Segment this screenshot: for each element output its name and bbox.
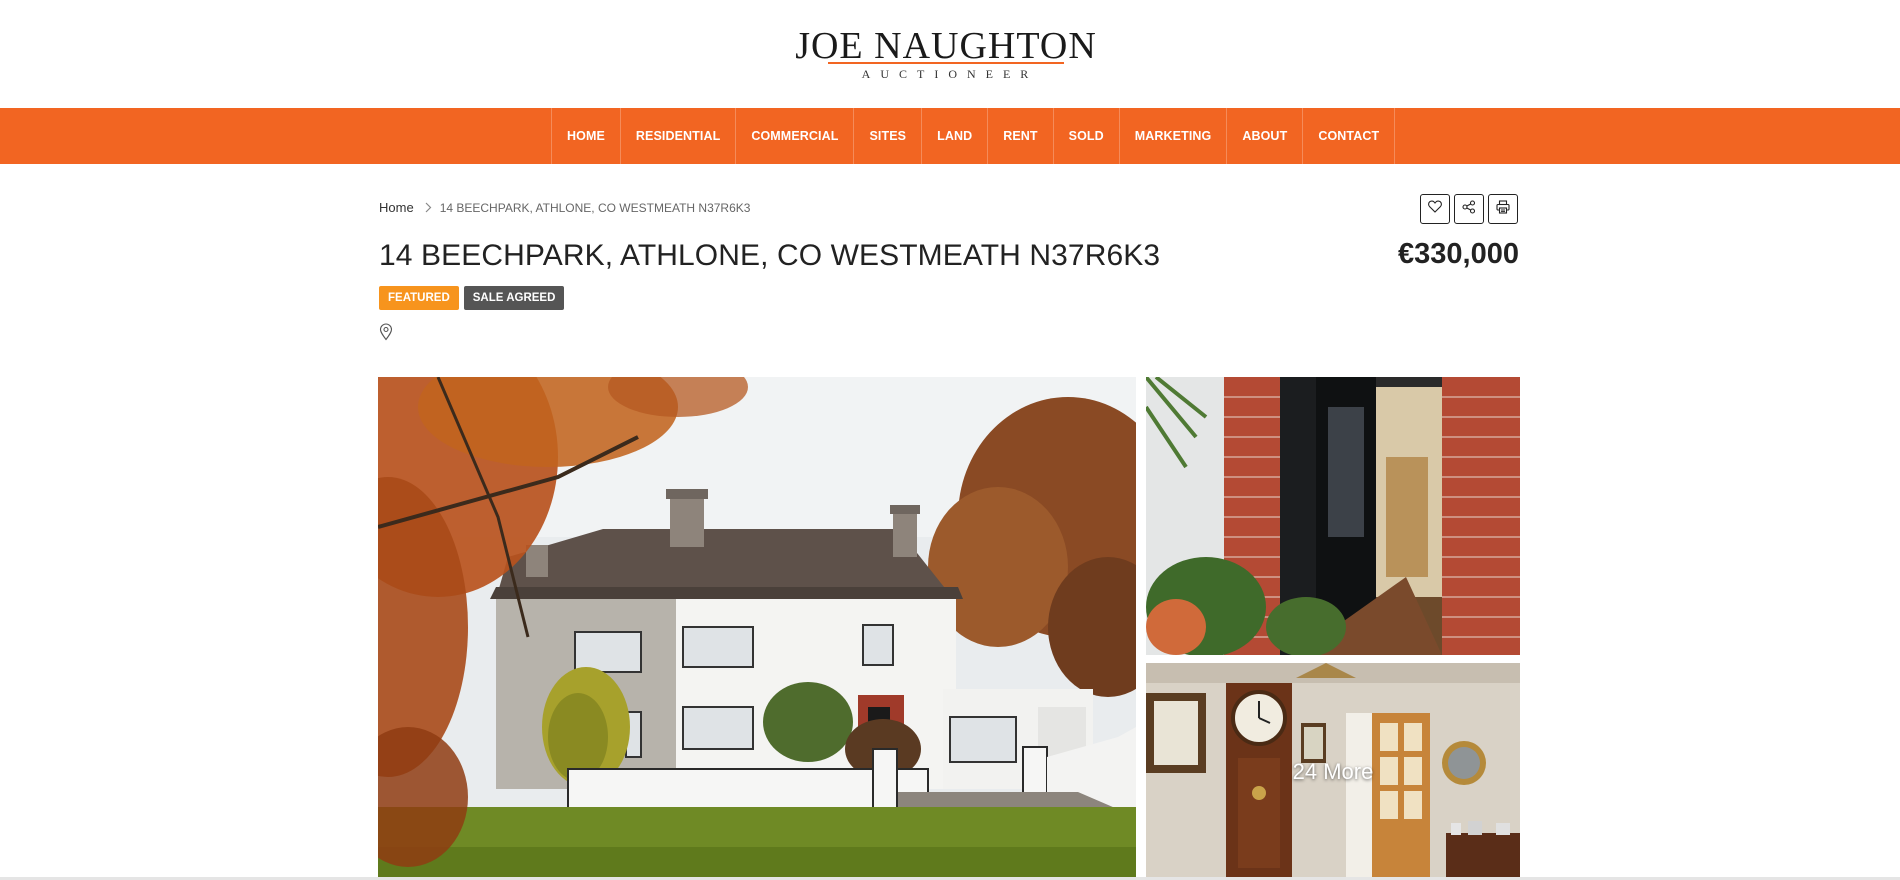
property-price: €330,000 [1398, 238, 1519, 270]
heart-icon [1428, 200, 1442, 218]
share-icon [1462, 199, 1476, 219]
more-photos-overlay[interactable]: 24 More [1146, 663, 1520, 880]
property-labels: FEATURED SALE AGREED [379, 286, 565, 310]
logo-tagline: AUCTIONEER [861, 67, 1039, 81]
featured-badge[interactable]: FEATURED [379, 286, 459, 310]
logo-underline [828, 62, 1064, 64]
nav-item-contact[interactable]: CONTACT [1303, 108, 1396, 164]
nav-item-home[interactable]: HOME [552, 108, 621, 164]
print-icon [1496, 199, 1510, 219]
nav-item-rent[interactable]: RENT [988, 108, 1054, 164]
status-badge[interactable]: SALE AGREED [463, 286, 565, 310]
chevron-right-icon [425, 202, 432, 213]
property-title: 14 BEECHPARK, ATHLONE, CO WESTMEATH N37R… [379, 239, 1161, 272]
nav-item-sites[interactable]: SITES [854, 108, 923, 164]
nav-item-about[interactable]: ABOUT [1227, 108, 1304, 164]
breadcrumb-home-link[interactable]: Home [379, 200, 414, 215]
share-button[interactable] [1454, 194, 1484, 224]
print-button[interactable] [1488, 194, 1518, 224]
nav-item-marketing[interactable]: MARKETING [1120, 108, 1228, 164]
nav-item-commercial[interactable]: COMMERCIAL [736, 108, 855, 164]
site-header: JOE NAUGHTON AUCTIONEER [0, 0, 1900, 108]
map-pin-icon [379, 323, 393, 341]
nav-item-sold[interactable]: SOLD [1054, 108, 1120, 164]
logo-name: JOE NAUGHTON [795, 25, 1097, 67]
main-nav: HOME RESIDENTIAL COMMERCIAL SITES LAND R… [551, 108, 1396, 164]
gallery-photo-front-door[interactable] [1146, 377, 1520, 655]
gallery-main-photo[interactable] [378, 377, 1136, 880]
site-logo[interactable]: JOE NAUGHTON AUCTIONEER [788, 26, 1104, 82]
nav-item-residential[interactable]: RESIDENTIAL [621, 108, 737, 164]
favorite-button[interactable] [1420, 194, 1450, 224]
main-navigation-bar: HOME RESIDENTIAL COMMERCIAL SITES LAND R… [0, 108, 1900, 164]
nav-item-land[interactable]: LAND [922, 108, 989, 164]
gallery-photo-hallway[interactable]: 24 More [1146, 663, 1520, 880]
property-actions [1420, 194, 1518, 224]
breadcrumb-current: 14 BEECHPARK, ATHLONE, CO WESTMEATH N37R… [439, 200, 751, 215]
breadcrumb: Home 14 BEECHPARK, ATHLONE, CO WESTMEATH… [379, 200, 750, 215]
